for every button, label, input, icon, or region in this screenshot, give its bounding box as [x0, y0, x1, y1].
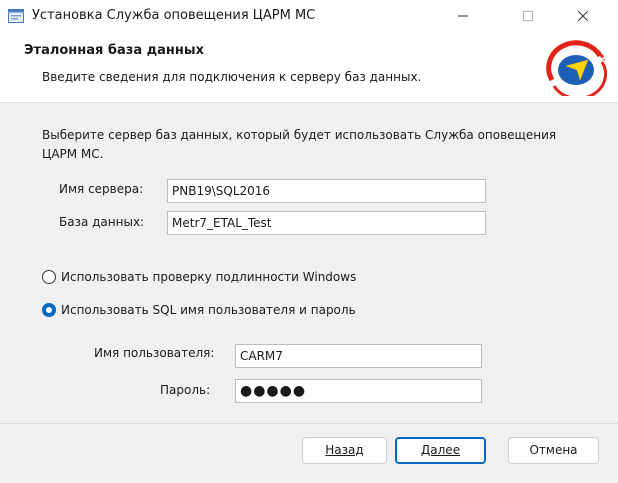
maximize-icon — [523, 11, 533, 21]
maximize-button[interactable] — [505, 0, 551, 32]
minimize-button[interactable] — [440, 0, 486, 32]
page-subtitle: Введите сведения для подключения к серве… — [42, 70, 422, 84]
title-bar[interactable]: Установка Служба оповещения ЦАРМ МС — [0, 0, 618, 32]
cancel-button[interactable]: Отмена — [508, 437, 599, 464]
password-input[interactable]: ●●●●● — [235, 379, 482, 403]
close-button[interactable] — [560, 0, 606, 32]
server-input[interactable]: PNB19\SQL2016 — [167, 179, 486, 203]
username-label: Имя пользователя: — [94, 346, 215, 360]
cancel-button-label: Отмена — [529, 443, 578, 457]
auth-sql-radio[interactable] — [42, 303, 56, 317]
page-title: Эталонная база данных — [24, 43, 204, 58]
close-icon — [578, 11, 588, 21]
auth-windows-label[interactable]: Использовать проверку подлинности Window… — [61, 270, 356, 284]
next-button-label: Далее — [420, 443, 461, 457]
next-button[interactable]: Далее — [395, 437, 486, 464]
installer-icon — [8, 9, 24, 23]
button-divider — [0, 423, 618, 424]
auth-sql-label[interactable]: Использовать SQL имя пользователя и паро… — [61, 303, 356, 317]
window-title: Установка Служба оповещения ЦАРМ МС — [32, 8, 316, 23]
server-label: Имя сервера: — [59, 182, 144, 196]
wizard-header: Эталонная база данных Введите сведения д… — [0, 32, 618, 103]
username-input[interactable]: CARM7 — [235, 344, 482, 368]
description-text: Выберите сервер баз данных, который буде… — [42, 128, 557, 161]
password-label: Пароль: — [160, 383, 211, 397]
product-logo — [546, 40, 608, 96]
database-label: База данных: — [59, 215, 145, 229]
auth-windows-radio[interactable] — [42, 270, 56, 284]
database-input[interactable]: Metr7_ETAL_Test — [167, 211, 486, 235]
back-button-label: Назад — [325, 443, 364, 457]
back-button[interactable]: Назад — [302, 437, 387, 464]
minimize-icon — [458, 15, 468, 17]
installer-window: Установка Служба оповещения ЦАРМ МС Этал… — [0, 0, 618, 483]
